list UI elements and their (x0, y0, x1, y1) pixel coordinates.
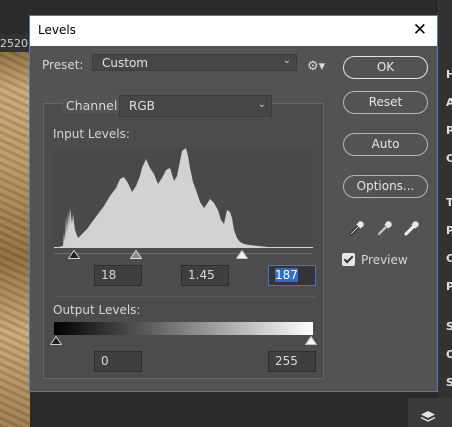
panel-letter[interactable]: P (446, 280, 452, 293)
options-button[interactable]: Options... (343, 175, 428, 198)
channel-dropdown[interactable]: RGB ⌄ (119, 95, 272, 117)
panel-letter[interactable]: T (446, 196, 452, 209)
chevron-down-icon: ⌄ (282, 55, 291, 66)
input-gamma-field[interactable]: 1.45 (181, 265, 229, 286)
panel-letter[interactable]: C (446, 152, 452, 165)
panel-letter[interactable]: H (446, 68, 452, 81)
output-gradient (54, 322, 313, 335)
panel-letter[interactable]: P (446, 224, 452, 237)
output-black-field[interactable]: 0 (94, 351, 142, 372)
layers-icon (420, 411, 436, 422)
panel-letter[interactable]: C (446, 252, 452, 265)
eyedropper-white-icon[interactable] (403, 219, 421, 237)
layers-panel-tab[interactable] (408, 398, 452, 427)
panel-letter[interactable]: A (446, 96, 452, 109)
input-white-value: 187 (275, 268, 298, 282)
ok-button[interactable]: OK (343, 56, 428, 79)
reset-button[interactable]: Reset (343, 91, 428, 114)
right-panel-strip: H A P C T P C P S O S (436, 0, 452, 427)
output-levels-label: Output Levels: (53, 303, 141, 317)
preview-label: Preview (361, 253, 408, 267)
input-slider-track (54, 253, 313, 254)
preset-label: Preset: (42, 58, 84, 72)
input-white-field[interactable]: 187 (268, 265, 316, 286)
panel-letter[interactable]: P (446, 124, 452, 137)
preset-dropdown[interactable]: Custom ⌄ (92, 54, 297, 71)
panel-letter[interactable]: S (446, 376, 452, 389)
preview-checkbox[interactable] (342, 253, 355, 266)
channel-label: Channel: (63, 98, 125, 113)
chevron-down-icon: ⌄ (257, 99, 266, 110)
status-area (30, 395, 436, 427)
eyedropper-gray-icon[interactable] (376, 219, 394, 237)
eyedropper-black-icon[interactable] (348, 219, 366, 237)
levels-divider (54, 296, 315, 297)
panel-letter[interactable]: O (446, 348, 452, 361)
levels-dialog: Levels ✕ Preset: Custom ⌄ ⚙▾ Channel: RG… (29, 15, 438, 392)
histogram (54, 146, 313, 248)
photoshop-workspace: 25201 H A P C T P C P S O S Levels ✕ Pre… (0, 0, 452, 427)
input-black-field[interactable]: 18 (94, 265, 142, 286)
preset-value: Custom (102, 56, 148, 70)
dialog-title: Levels (38, 23, 76, 37)
channel-value: RGB (129, 99, 155, 113)
document-canvas (0, 52, 30, 427)
gear-icon[interactable]: ⚙▾ (307, 59, 325, 74)
document-tab[interactable]: 25201 (0, 34, 35, 52)
output-white-field[interactable]: 255 (268, 351, 316, 372)
panel-letter[interactable]: S (446, 320, 452, 333)
input-levels-label: Input Levels: (53, 127, 130, 141)
close-icon[interactable]: ✕ (413, 20, 427, 40)
dialog-titlebar[interactable]: Levels ✕ (30, 16, 437, 46)
auto-button[interactable]: Auto (343, 133, 428, 156)
